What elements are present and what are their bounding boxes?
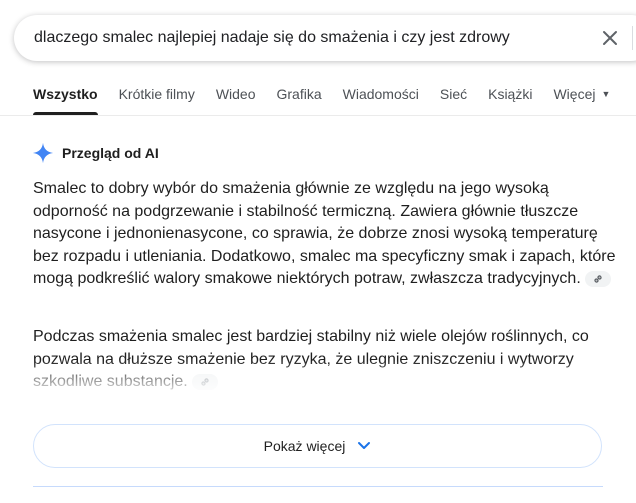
link-icon (594, 275, 602, 283)
show-more-button[interactable]: Pokaż więcej (33, 424, 602, 468)
ai-spark-icon (32, 142, 54, 164)
tab-label: Wszystko (33, 86, 98, 102)
tab-siec[interactable]: Sieć (440, 86, 467, 114)
ai-overview-paragraph: Smalec to dobry wybór do smażenia główni… (33, 178, 623, 291)
tab-ksiazki[interactable]: Książki (488, 86, 532, 114)
ai-overview-title: Przegląd od AI (62, 145, 159, 161)
tab-label: Grafika (276, 86, 322, 102)
paragraph-text: Smalec to dobry wybór do smażenia główni… (33, 180, 616, 287)
tab-krotkie-filmy[interactable]: Krótkie filmy (119, 86, 195, 114)
chevron-down-icon (358, 442, 371, 449)
tab-label: Sieć (439, 86, 468, 102)
ai-overview-header: Przegląd od AI (32, 142, 159, 164)
search-tabs: Wszystko Krótkie filmy Wideo Grafika Wia… (33, 86, 631, 116)
search-bar[interactable]: dlaczego smalec najlepiej nadaje się do … (14, 15, 636, 61)
tab-wideo[interactable]: Wideo (216, 86, 256, 114)
tab-wiecej[interactable]: Więcej ▼ (553, 86, 610, 114)
tab-label: Krótkie filmy (118, 86, 195, 102)
search-input[interactable]: dlaczego smalec najlepiej nadaje się do … (34, 29, 510, 47)
search-bar-divider (632, 26, 633, 50)
show-more-label: Pokaż więcej (263, 438, 346, 454)
tab-label: Wideo (215, 86, 256, 102)
tab-label: Książki (488, 86, 533, 102)
close-icon (603, 31, 617, 45)
tabs-divider (0, 115, 636, 116)
clear-search-button[interactable] (598, 26, 622, 50)
search-results-page: dlaczego smalec najlepiej nadaje się do … (0, 0, 636, 503)
section-divider (33, 486, 603, 487)
tab-label: Wiadomości (342, 86, 419, 102)
tab-grafika[interactable]: Grafika (277, 86, 322, 114)
tab-label: Więcej (553, 86, 596, 102)
tab-wiadomosci[interactable]: Wiadomości (343, 86, 419, 114)
source-link-button[interactable] (584, 271, 611, 287)
caret-down-icon: ▼ (601, 89, 611, 99)
tab-wszystko[interactable]: Wszystko (33, 86, 98, 115)
